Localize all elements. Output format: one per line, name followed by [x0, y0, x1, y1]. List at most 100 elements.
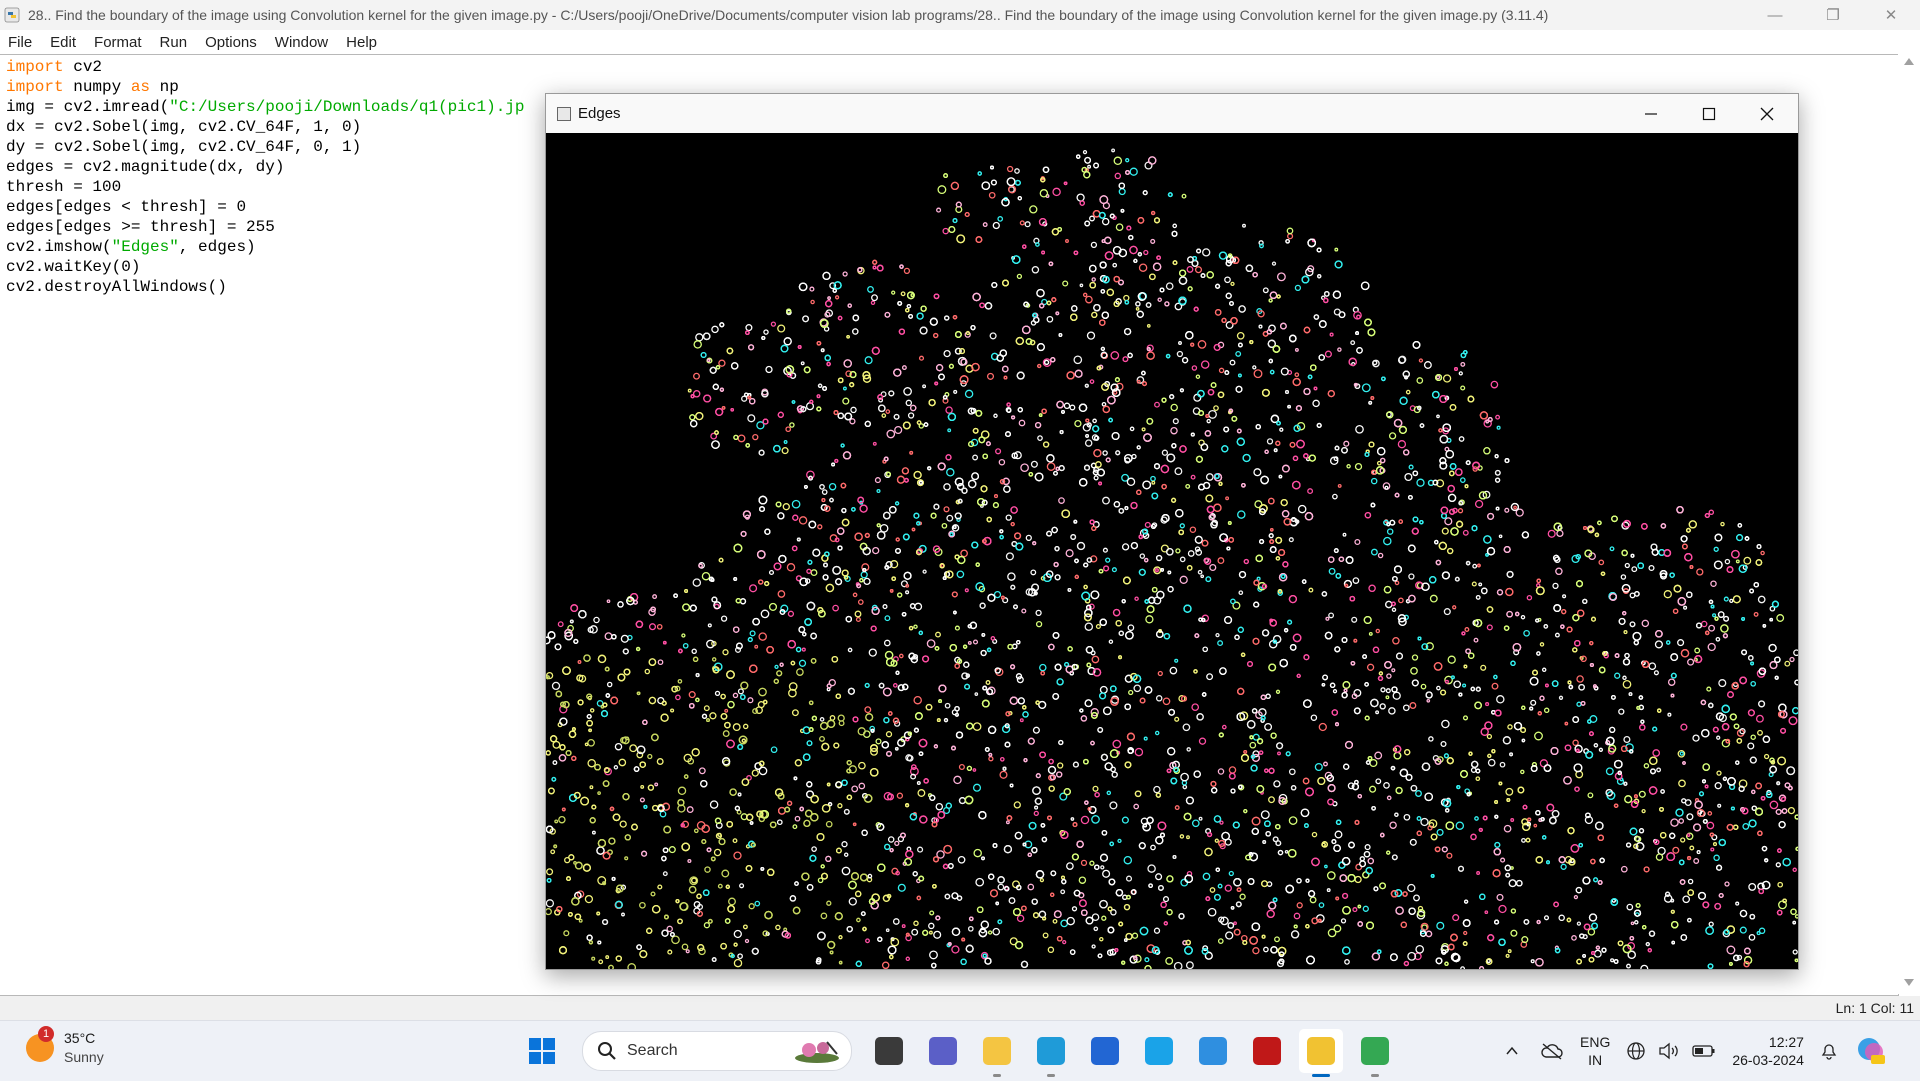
help-icon — [1199, 1037, 1227, 1065]
code-line[interactable]: edges = cv2.magnitude(dx, dy) — [6, 157, 525, 177]
vertical-scrollbar[interactable] — [1898, 54, 1920, 994]
minimize-icon — [1644, 107, 1658, 121]
menu-edit[interactable]: Edit — [41, 34, 85, 51]
windows-logo-icon — [528, 1037, 556, 1065]
code-keyword: as — [131, 78, 150, 96]
battery-button[interactable] — [1692, 1044, 1716, 1058]
copilot-icon — [1856, 1036, 1886, 1066]
taskbar-app-teams[interactable] — [921, 1029, 965, 1073]
weather-temp: 35°C — [64, 1029, 104, 1048]
taskbar-app-file-explorer[interactable] — [975, 1029, 1019, 1073]
weather-widget[interactable]: 1 35°C Sunny — [26, 1029, 104, 1067]
copilot-button[interactable] — [1856, 1036, 1886, 1066]
microsoft-store-icon — [1091, 1037, 1119, 1065]
restore-button[interactable]: ❐ — [1804, 0, 1862, 30]
language-indicator[interactable]: ENG IN — [1580, 1033, 1610, 1069]
edges-title-bar[interactable]: Edges — [546, 94, 1798, 133]
code-token: cv2.waitKey(0) — [6, 258, 140, 276]
code-token: cv2.imshow( — [6, 238, 112, 256]
code-line[interactable]: cv2.destroyAllWindows() — [6, 277, 525, 297]
teams-icon — [929, 1037, 957, 1065]
start-button[interactable] — [520, 1029, 564, 1073]
clock-date: 26-03-2024 — [1732, 1051, 1804, 1069]
window-icon — [557, 107, 571, 121]
search-label: Search — [627, 1042, 678, 1060]
edges-image — [546, 133, 1798, 969]
edges-maximize-button[interactable] — [1680, 94, 1738, 133]
mcafee-icon — [1253, 1037, 1281, 1065]
menu-format[interactable]: Format — [85, 34, 151, 51]
cursor-position: Ln: 1 Col: 11 — [1836, 1000, 1914, 1016]
globe-icon — [1626, 1041, 1646, 1061]
lang-line1: ENG — [1580, 1033, 1610, 1051]
taskbar-app-python-idle[interactable] — [1299, 1029, 1343, 1073]
code-line[interactable]: img = cv2.imread("C:/Users/pooji/Downloa… — [6, 97, 525, 117]
code-line[interactable]: thresh = 100 — [6, 177, 525, 197]
onedrive-button[interactable] — [1540, 1042, 1564, 1060]
bell-icon — [1820, 1041, 1838, 1061]
code-line[interactable]: edges[edges >= thresh] = 255 — [6, 217, 525, 237]
close-button[interactable]: ✕ — [1862, 0, 1920, 30]
menu-file[interactable]: File — [0, 34, 41, 51]
taskbar-app-mcafee[interactable] — [1245, 1029, 1289, 1073]
lang-line2: IN — [1580, 1051, 1610, 1069]
taskbar-app-task-view[interactable] — [867, 1029, 911, 1073]
taskbar-app-microsoft-store[interactable] — [1083, 1029, 1127, 1073]
code-line[interactable]: import numpy as np — [6, 77, 525, 97]
menu-window[interactable]: Window — [266, 34, 337, 51]
code-line[interactable]: import cv2 — [6, 57, 525, 77]
chrome-icon — [1361, 1037, 1389, 1065]
taskbar-app-myhp[interactable] — [1137, 1029, 1181, 1073]
code-token: img = cv2.imread( — [6, 98, 169, 116]
show-hidden-icons-button[interactable] — [1504, 1043, 1520, 1059]
edges-minimize-button[interactable] — [1622, 94, 1680, 133]
taskbar-app-edge[interactable] — [1029, 1029, 1073, 1073]
code-keyword: import — [6, 58, 64, 76]
network-button[interactable] — [1626, 1041, 1646, 1061]
code-line[interactable]: dy = cv2.Sobel(img, cv2.CV_64F, 0, 1) — [6, 137, 525, 157]
code-token: cv2.destroyAllWindows() — [6, 278, 227, 296]
title-bar: 28.. Find the boundary of the image usin… — [0, 0, 1920, 31]
edges-close-button[interactable] — [1738, 94, 1796, 133]
notifications-button[interactable] — [1820, 1041, 1838, 1061]
speaker-icon — [1658, 1041, 1680, 1061]
taskbar-search[interactable]: Search — [582, 1031, 852, 1071]
code-keyword: import — [6, 78, 64, 96]
menu-help[interactable]: Help — [337, 34, 386, 51]
running-indicator — [1371, 1074, 1379, 1077]
taskbar-app-chrome[interactable] — [1353, 1029, 1397, 1073]
scroll-down-arrow-icon[interactable] — [1904, 979, 1914, 986]
edges-window[interactable]: Edges — [545, 93, 1799, 970]
clock[interactable]: 12:27 26-03-2024 — [1732, 1033, 1804, 1069]
search-highlight-icon — [793, 1038, 841, 1064]
edges-window-title: Edges — [578, 105, 621, 122]
volume-button[interactable] — [1658, 1041, 1680, 1061]
code-token: , edges) — [179, 238, 256, 256]
notification-badge: 1 — [38, 1026, 54, 1042]
taskbar-app-help[interactable] — [1191, 1029, 1235, 1073]
myhp-icon — [1145, 1037, 1173, 1065]
edge-icon — [1037, 1037, 1065, 1065]
scroll-up-arrow-icon[interactable] — [1904, 58, 1914, 65]
maximize-icon — [1702, 107, 1716, 121]
code-token: cv2 — [64, 58, 102, 76]
running-indicator — [993, 1074, 1001, 1077]
code-token: edges[edges >= thresh] = 255 — [6, 218, 275, 236]
code-line[interactable]: cv2.imshow("Edges", edges) — [6, 237, 525, 257]
python-idle-icon — [1307, 1037, 1335, 1065]
edge-detected-tree-image — [546, 133, 1798, 969]
weather-condition: Sunny — [64, 1048, 104, 1067]
minimize-button[interactable]: — — [1746, 0, 1804, 30]
code-line[interactable]: edges[edges < thresh] = 0 — [6, 197, 525, 217]
code-text[interactable]: import cv2import numpy as npimg = cv2.im… — [6, 57, 525, 297]
code-line[interactable]: dx = cv2.Sobel(img, cv2.CV_64F, 1, 0) — [6, 117, 525, 137]
menu-options[interactable]: Options — [196, 34, 266, 51]
cloud-offline-icon — [1540, 1042, 1564, 1060]
code-token: dy = cv2.Sobel(img, cv2.CV_64F, 0, 1) — [6, 138, 361, 156]
code-line[interactable]: cv2.waitKey(0) — [6, 257, 525, 277]
menu-run[interactable]: Run — [151, 34, 197, 51]
python-idle-icon — [4, 7, 20, 23]
code-string: "Edges" — [112, 238, 179, 256]
clock-time: 12:27 — [1732, 1033, 1804, 1051]
code-token: edges[edges < thresh] = 0 — [6, 198, 246, 216]
